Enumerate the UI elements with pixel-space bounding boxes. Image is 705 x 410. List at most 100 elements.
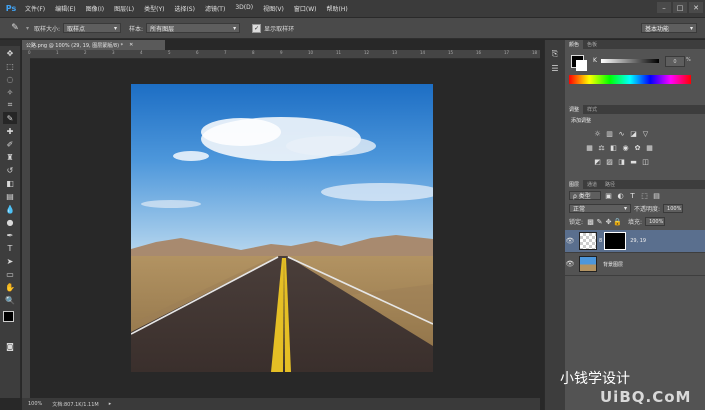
smart-object-filter-icon[interactable]: ▤ (652, 192, 661, 200)
sample-dropdown[interactable]: 所有图层 ▾ (146, 23, 241, 33)
curves-icon[interactable]: ∿ (617, 130, 626, 138)
tab-adjustments[interactable]: 调整 (565, 105, 584, 114)
invert-icon[interactable]: ◩ (593, 158, 602, 166)
menu-item[interactable]: 窗口(W) (289, 4, 322, 13)
lasso-tool-icon[interactable]: ◌ (3, 73, 17, 85)
document-tab[interactable]: 公路.png @ 100% (29, 19, 图层蒙版/8) * ✕ (22, 40, 165, 50)
menu-item[interactable]: 选择(S) (169, 4, 200, 13)
zoom-tool-icon[interactable]: 🔍 (3, 294, 17, 306)
lock-pixels-icon[interactable]: ✎ (595, 218, 604, 226)
levels-icon[interactable]: ▥ (605, 130, 614, 138)
quick-selection-tool-icon[interactable]: ✧ (3, 86, 17, 98)
sample-size-dropdown[interactable]: 取样点 ▾ (63, 23, 122, 33)
history-panel-icon[interactable]: ⎘ (548, 48, 562, 60)
color-swatches[interactable] (2, 310, 19, 336)
history-brush-tool-icon[interactable]: ↺ (3, 164, 17, 176)
spectrum-ramp[interactable] (569, 75, 691, 84)
color-lookup-icon[interactable]: ▦ (645, 144, 654, 152)
crop-tool-icon[interactable]: ⌗ (3, 99, 17, 111)
layer-row-selected[interactable]: 👁 8 29, 19 (565, 230, 705, 253)
menu-item[interactable]: 类型(Y) (139, 4, 169, 13)
adjustment-filter-icon[interactable]: ◐ (616, 192, 625, 200)
photo-filter-icon[interactable]: ◉ (621, 144, 630, 152)
exposure-icon[interactable]: ◪ (629, 130, 638, 138)
hand-tool-icon[interactable]: ✋ (3, 281, 17, 293)
tab-layers[interactable]: 图层 (565, 180, 584, 189)
menu-item[interactable]: 编辑(E) (50, 4, 80, 13)
tool-preset-chevron-icon[interactable]: ▾ (26, 25, 29, 32)
color-balance-icon[interactable]: ⚖ (597, 144, 606, 152)
pixel-filter-icon[interactable]: ▣ (604, 192, 613, 200)
visibility-eye-icon[interactable]: 👁 (565, 237, 575, 245)
lock-all-icon[interactable]: 🔒 (613, 218, 622, 226)
menu-item[interactable]: 3D(D) (230, 4, 258, 13)
tab-color[interactable]: 颜色 (565, 40, 584, 49)
foreground-color-swatch[interactable] (3, 311, 14, 322)
eyedropper-tool-icon[interactable]: ✎ (3, 112, 17, 124)
eraser-tool-icon[interactable]: ◧ (3, 177, 17, 189)
chevron-right-icon[interactable]: ▸ (109, 401, 112, 407)
minimize-button[interactable]: – (657, 2, 671, 13)
menu-item[interactable]: 帮助(H) (322, 4, 353, 13)
pen-tool-icon[interactable]: ✒ (3, 229, 17, 241)
tab-styles[interactable]: 样式 (583, 105, 601, 114)
dodge-tool-icon[interactable]: ● (3, 216, 17, 228)
selective-color-icon[interactable]: ◫ (641, 158, 650, 166)
clone-stamp-tool-icon[interactable]: ♜ (3, 151, 17, 163)
healing-brush-tool-icon[interactable]: ✚ (3, 125, 17, 137)
type-tool-icon[interactable]: T (3, 242, 17, 254)
lock-position-icon[interactable]: ✥ (604, 218, 613, 226)
document-image[interactable] (130, 84, 441, 372)
chain-link-icon[interactable]: 8 (599, 238, 602, 244)
shape-filter-icon[interactable]: ⬚ (640, 192, 649, 200)
marquee-tool-icon[interactable]: ⬚ (3, 60, 17, 72)
show-ring-checkbox[interactable]: ✓ (252, 23, 262, 33)
menu-item[interactable]: 文件(F) (20, 4, 50, 13)
layer-name[interactable]: 29, 19 (630, 238, 646, 244)
gradient-map-icon[interactable]: ▬ (629, 158, 638, 166)
threshold-icon[interactable]: ◨ (617, 158, 626, 166)
eyedropper-icon[interactable]: ✎ (6, 21, 24, 35)
layer-row-background[interactable]: 👁 背景图层 (565, 253, 705, 276)
k-value-field[interactable]: 0 (665, 56, 685, 67)
menu-item[interactable]: 视图(V) (258, 4, 289, 13)
menu-item[interactable]: 滤镜(T) (200, 4, 230, 13)
workspace-dropdown[interactable]: 基本功能 ▾ (641, 23, 697, 33)
layer-kind-dropdown[interactable]: ρ 类型 (569, 191, 601, 200)
maximize-button[interactable]: □ (673, 2, 687, 13)
vibrance-icon[interactable]: ▽ (641, 130, 650, 138)
posterize-icon[interactable]: ▨ (605, 158, 614, 166)
blend-mode-value: 正常 (573, 206, 586, 213)
path-selection-tool-icon[interactable]: ➤ (3, 255, 17, 267)
layer-name[interactable]: 背景图层 (603, 261, 623, 268)
hue-saturation-icon[interactable]: ▦ (585, 144, 594, 152)
quick-mask-icon[interactable]: ◙ (3, 340, 17, 352)
k-slider[interactable] (601, 59, 659, 63)
brush-tool-icon[interactable]: ✐ (3, 138, 17, 150)
gradient-tool-icon[interactable]: ▤ (3, 190, 17, 202)
lock-transparent-icon[interactable]: ▩ (586, 218, 595, 226)
visibility-eye-icon[interactable]: 👁 (565, 260, 575, 268)
brightness-icon[interactable]: ☼ (593, 130, 602, 138)
zoom-level[interactable]: 100% (28, 401, 42, 407)
channel-mixer-icon[interactable]: ✿ (633, 144, 642, 152)
close-button[interactable]: ✕ (689, 2, 703, 13)
sample-size-value: 取样点 (67, 25, 86, 33)
menu-item[interactable]: 图层(L) (109, 4, 139, 13)
blend-mode-dropdown[interactable]: 正常 ▾ (569, 204, 631, 213)
tab-swatches[interactable]: 色板 (583, 40, 601, 49)
tab-paths[interactable]: 路径 (601, 180, 619, 189)
tab-channels[interactable]: 通道 (583, 180, 601, 189)
blur-tool-icon[interactable]: 💧 (3, 203, 17, 215)
layer-mask-thumbnail[interactable] (604, 232, 627, 250)
type-filter-icon[interactable]: T (628, 192, 637, 200)
properties-panel-icon[interactable]: ☰ (548, 62, 562, 74)
move-tool-icon[interactable]: ✥ (3, 47, 17, 59)
fill-field[interactable]: 100% (645, 217, 666, 226)
close-tab-icon[interactable]: ✕ (129, 42, 133, 48)
shape-tool-icon[interactable]: ▭ (3, 268, 17, 280)
opacity-field[interactable]: 100% (663, 204, 684, 213)
menu-item[interactable]: 图像(I) (81, 4, 109, 13)
black-white-icon[interactable]: ◧ (609, 144, 618, 152)
background-color-swatch[interactable] (576, 60, 587, 71)
